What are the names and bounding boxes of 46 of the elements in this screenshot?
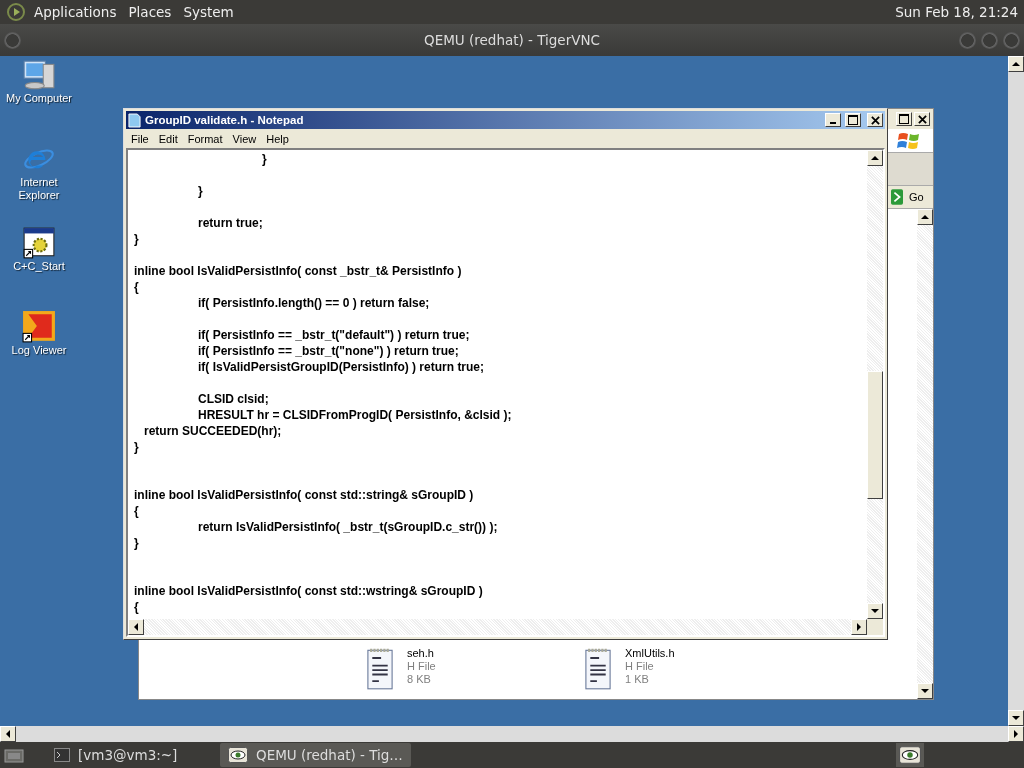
desktop-icon-label[interactable]: C+C_Start: [1, 260, 77, 273]
panel-menu[interactable]: Places: [128, 4, 172, 20]
vertical-scrollbar[interactable]: [917, 209, 933, 699]
close-button[interactable]: [867, 113, 883, 127]
menu-item[interactable]: View: [227, 132, 262, 145]
desktop-icon-label[interactable]: My Computer: [1, 92, 77, 105]
notepad-file-icon[interactable]: [583, 647, 613, 691]
vertical-scrollbar[interactable]: [1008, 56, 1024, 726]
taskbar-button[interactable]: [vm3@vm3:~]: [46, 743, 212, 767]
arrow-icon: [891, 188, 903, 206]
photo-app-icon[interactable]: [22, 310, 56, 344]
show-desktop-icon[interactable]: [4, 747, 24, 763]
computer-icon[interactable]: [22, 58, 56, 92]
file-type: H File: [407, 660, 436, 673]
menu-item[interactable]: Help: [261, 132, 294, 145]
horizontal-scrollbar[interactable]: [0, 726, 1024, 742]
terminal-icon: [54, 748, 70, 762]
vertical-scrollbar[interactable]: [867, 150, 883, 619]
panel-menu[interactable]: System: [183, 4, 234, 20]
eye-icon: [228, 747, 248, 763]
file-size: 8 KB: [407, 673, 432, 686]
play-logo-icon[interactable]: [6, 2, 26, 22]
minimize-button[interactable]: [825, 113, 841, 127]
menu-item[interactable]: Format: [182, 132, 228, 145]
notepad-file-icon[interactable]: [365, 647, 395, 691]
window-title: GroupID validate.h - Notepad: [145, 114, 304, 126]
clock[interactable]: Sun Feb 18, 21:24: [895, 4, 1018, 20]
file-name[interactable]: seh.h: [407, 647, 436, 660]
file-type: H File: [625, 660, 655, 673]
panel-menu[interactable]: Applications: [34, 4, 117, 20]
file-size: 1 KB: [625, 673, 650, 686]
close-button[interactable]: [914, 112, 930, 126]
notepad-icon: [128, 112, 141, 128]
maximize-button[interactable]: [845, 113, 861, 127]
gear-window-icon[interactable]: [22, 226, 56, 260]
file-name[interactable]: XmlUtils.h: [625, 647, 675, 660]
window-title: QEMU (redhat) - TigerVNC: [424, 32, 600, 48]
maximize-button[interactable]: [896, 112, 912, 126]
vnc-tray-icon[interactable]: [896, 743, 924, 767]
windows-flag-icon: [897, 131, 921, 151]
menu-item[interactable]: File: [126, 132, 154, 145]
desktop-icon-label[interactable]: Internet Explorer: [1, 176, 77, 202]
desktop-icon-label[interactable]: Log Viewer: [1, 344, 77, 357]
taskbar-button[interactable]: QEMU (redhat) - Tig…: [220, 743, 411, 767]
horizontal-scrollbar[interactable]: [128, 619, 883, 635]
menu-item[interactable]: Edit: [153, 132, 183, 145]
